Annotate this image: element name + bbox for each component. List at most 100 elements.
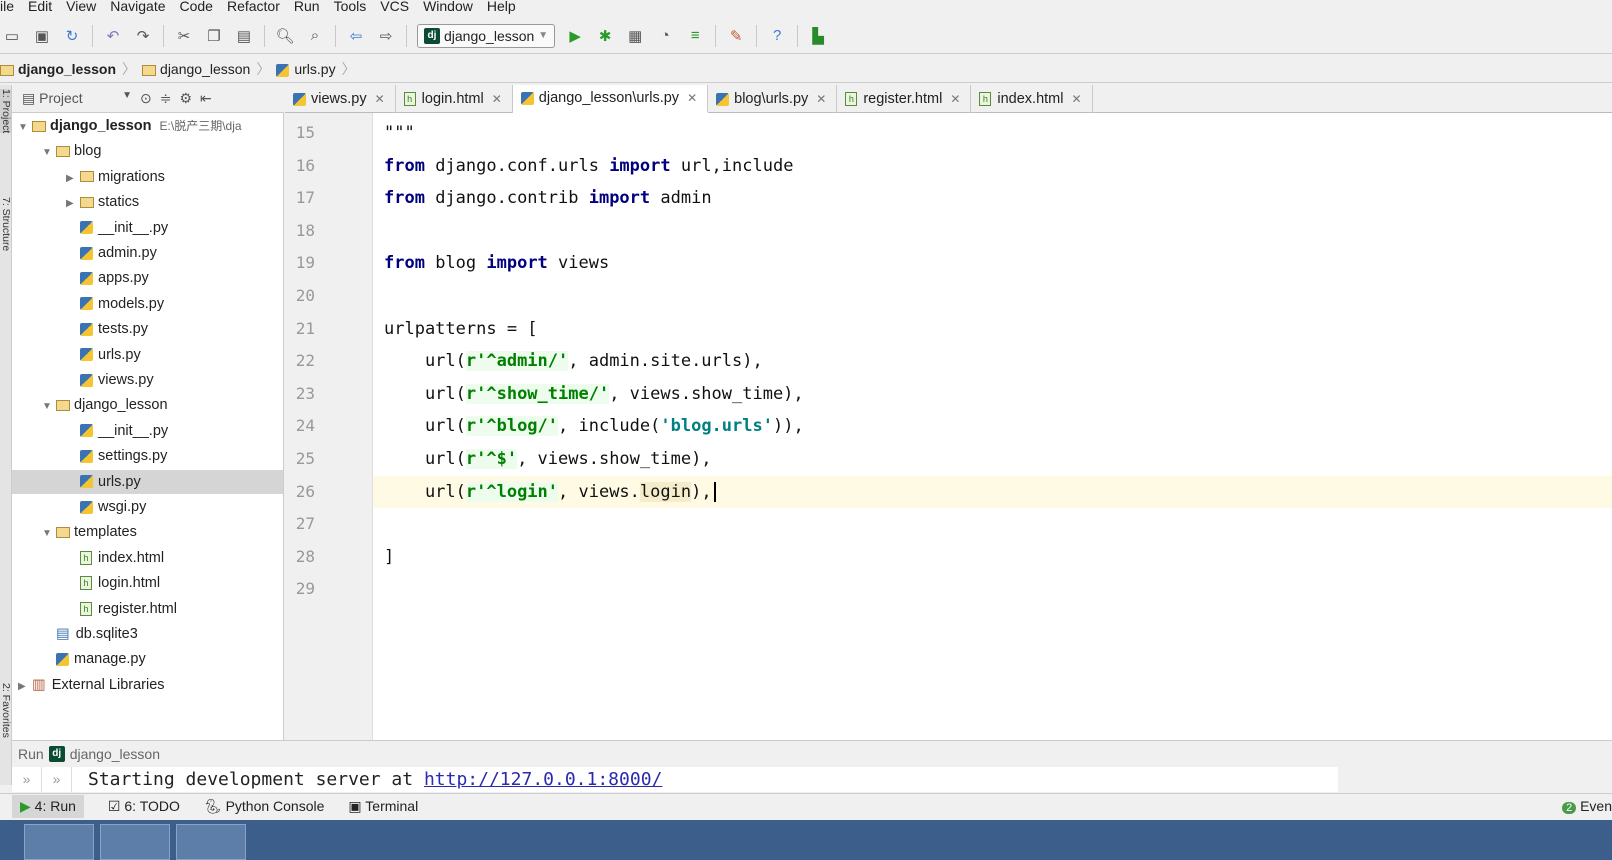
- tree-item[interactable]: h index.html: [12, 546, 283, 570]
- tree-item[interactable]: __init__.py: [12, 216, 283, 240]
- breadcrumb-item[interactable]: urls.py: [276, 61, 336, 77]
- taskbar-app[interactable]: [176, 824, 246, 860]
- tree-item[interactable]: urls.py: [12, 469, 283, 494]
- find-icon[interactable]: 🔍︎: [275, 26, 295, 46]
- sdk-icon[interactable]: ▙: [808, 26, 828, 46]
- tree-item[interactable]: ▼ django_lesson E:\脱产三期\dja: [12, 114, 283, 138]
- tab-login-html[interactable]: h login.html ✕: [396, 85, 513, 113]
- tool-todo[interactable]: ☑ 6: TODO: [108, 798, 180, 815]
- tool-python-console[interactable]: 🐍︎ Python Console: [204, 798, 325, 815]
- tree-item[interactable]: ▤ db.sqlite3: [12, 622, 283, 646]
- breadcrumb-item[interactable]: django_lesson: [0, 61, 116, 77]
- tool-project[interactable]: 1: Project: [0, 89, 11, 134]
- tool-structure[interactable]: 7: Structure: [0, 197, 11, 251]
- taskbar-app[interactable]: [24, 824, 94, 860]
- tree-item[interactable]: apps.py: [12, 266, 283, 290]
- menu-code[interactable]: Code: [180, 0, 213, 16]
- paste-icon[interactable]: ▤: [234, 26, 254, 46]
- save-icon[interactable]: ▣: [32, 26, 52, 46]
- expanded-icon[interactable]: ▼: [42, 141, 56, 165]
- back-icon[interactable]: ⇦: [346, 26, 366, 46]
- code-editor[interactable]: 15 16 17 18 19 20 21 22 23 24 25 26 27 28 29 """ from d…: [285, 113, 1612, 740]
- close-icon[interactable]: ✕: [1071, 92, 1081, 106]
- run-icon[interactable]: ▶: [565, 26, 585, 46]
- menu-navigate[interactable]: Navigate: [110, 0, 165, 16]
- close-icon[interactable]: ✕: [950, 92, 960, 106]
- help-icon[interactable]: ?: [767, 26, 787, 46]
- debug-icon[interactable]: ✱: [595, 26, 615, 46]
- tool-run[interactable]: ▶ 4: Run: [12, 794, 84, 818]
- tree-item[interactable]: ▶ ▥ External Libraries: [12, 673, 283, 697]
- replace-icon[interactable]: ⌕: [305, 26, 325, 46]
- tree-item[interactable]: admin.py: [12, 241, 283, 265]
- tab-blog-urls-py[interactable]: blog\urls.py ✕: [708, 85, 838, 113]
- close-icon[interactable]: ✕: [492, 92, 502, 106]
- tree-item[interactable]: __init__.py: [12, 419, 283, 443]
- tab-register-html[interactable]: h register.html ✕: [837, 85, 972, 113]
- undo-icon[interactable]: ↶: [103, 26, 123, 46]
- tree-item[interactable]: ▶ statics: [12, 190, 283, 214]
- menu-run[interactable]: Run: [294, 0, 320, 16]
- menu-window[interactable]: Window: [423, 0, 473, 16]
- settings-icon[interactable]: ✎: [726, 26, 746, 46]
- tree-item[interactable]: ▼ blog: [12, 139, 283, 163]
- close-icon[interactable]: ✕: [687, 91, 697, 105]
- close-icon[interactable]: ✕: [375, 92, 385, 106]
- redo-icon[interactable]: ↷: [133, 26, 153, 46]
- expanded-icon[interactable]: ▼: [42, 395, 56, 419]
- profile-icon[interactable]: ◔: [655, 26, 675, 46]
- hide-icon[interactable]: ⇤: [200, 90, 212, 107]
- menu-view[interactable]: View: [66, 0, 96, 16]
- tree-item[interactable]: ▶ migrations: [12, 165, 283, 189]
- expand-icon[interactable]: »: [42, 767, 72, 792]
- expanded-icon[interactable]: ▼: [42, 522, 56, 546]
- tree-item-label: statics: [98, 194, 140, 211]
- cut-icon[interactable]: ✂: [174, 26, 194, 46]
- breadcrumb-item[interactable]: django_lesson: [142, 61, 250, 77]
- tree-item[interactable]: wsgi.py: [12, 495, 283, 519]
- tab-views-py[interactable]: views.py ✕: [285, 85, 396, 113]
- copy-icon[interactable]: ❐: [204, 26, 224, 46]
- tree-item[interactable]: ▼ django_lesson: [12, 393, 283, 417]
- collapsed-icon[interactable]: ▶: [66, 192, 80, 216]
- taskbar-app[interactable]: [100, 824, 170, 860]
- tool-favorites[interactable]: 2: Favorites: [0, 683, 11, 738]
- gear-icon[interactable]: ⚙: [179, 90, 192, 107]
- sync-icon[interactable]: ↻: [62, 26, 82, 46]
- menu-vcs[interactable]: VCS: [380, 0, 409, 16]
- collapsed-icon[interactable]: ▶: [66, 167, 80, 191]
- tree-item[interactable]: manage.py: [12, 647, 283, 671]
- menu-refactor[interactable]: Refactor: [227, 0, 280, 16]
- run-config-select[interactable]: dj django_lesson ▼: [417, 23, 556, 48]
- open-icon[interactable]: ▭: [2, 26, 22, 46]
- expand-icon[interactable]: »: [12, 767, 42, 792]
- tree-item[interactable]: settings.py: [12, 444, 283, 468]
- tab-index-html[interactable]: h index.html ✕: [971, 85, 1093, 113]
- tree-item[interactable]: tests.py: [12, 317, 283, 341]
- tree-item[interactable]: h login.html: [12, 571, 283, 595]
- tree-item[interactable]: views.py: [12, 368, 283, 392]
- forward-icon[interactable]: ⇨: [376, 26, 396, 46]
- concurrency-icon[interactable]: ≡: [685, 26, 705, 46]
- tab-label: index.html: [997, 91, 1064, 107]
- tree-item[interactable]: h register.html: [12, 597, 283, 621]
- collapse-icon[interactable]: ≑: [160, 90, 172, 107]
- menu-edit[interactable]: Edit: [28, 0, 52, 16]
- run-console[interactable]: » » Starting development server at http:…: [12, 767, 1338, 792]
- menu-ile[interactable]: ile: [0, 0, 14, 16]
- server-link[interactable]: http://127.0.0.1:8000/: [424, 769, 662, 790]
- coverage-icon[interactable]: ▦: [625, 26, 645, 46]
- project-view-select[interactable]: ▤ Project ▼: [22, 90, 132, 107]
- tree-item[interactable]: models.py: [12, 292, 283, 316]
- locate-icon[interactable]: ⊙: [140, 90, 152, 107]
- tab-django_lesson-urls-py[interactable]: django_lesson\urls.py ✕: [512, 85, 709, 113]
- close-icon[interactable]: ✕: [816, 92, 826, 106]
- collapsed-icon[interactable]: ▶: [18, 675, 32, 699]
- menu-tools[interactable]: Tools: [334, 0, 367, 16]
- tree-item[interactable]: urls.py: [12, 343, 283, 367]
- event-log[interactable]: 2 Even: [1562, 798, 1612, 814]
- tool-terminal[interactable]: ▣ Terminal: [348, 798, 418, 815]
- expanded-icon[interactable]: ▼: [18, 116, 32, 140]
- tree-item[interactable]: ▼ templates: [12, 520, 283, 544]
- menu-help[interactable]: Help: [487, 0, 516, 16]
